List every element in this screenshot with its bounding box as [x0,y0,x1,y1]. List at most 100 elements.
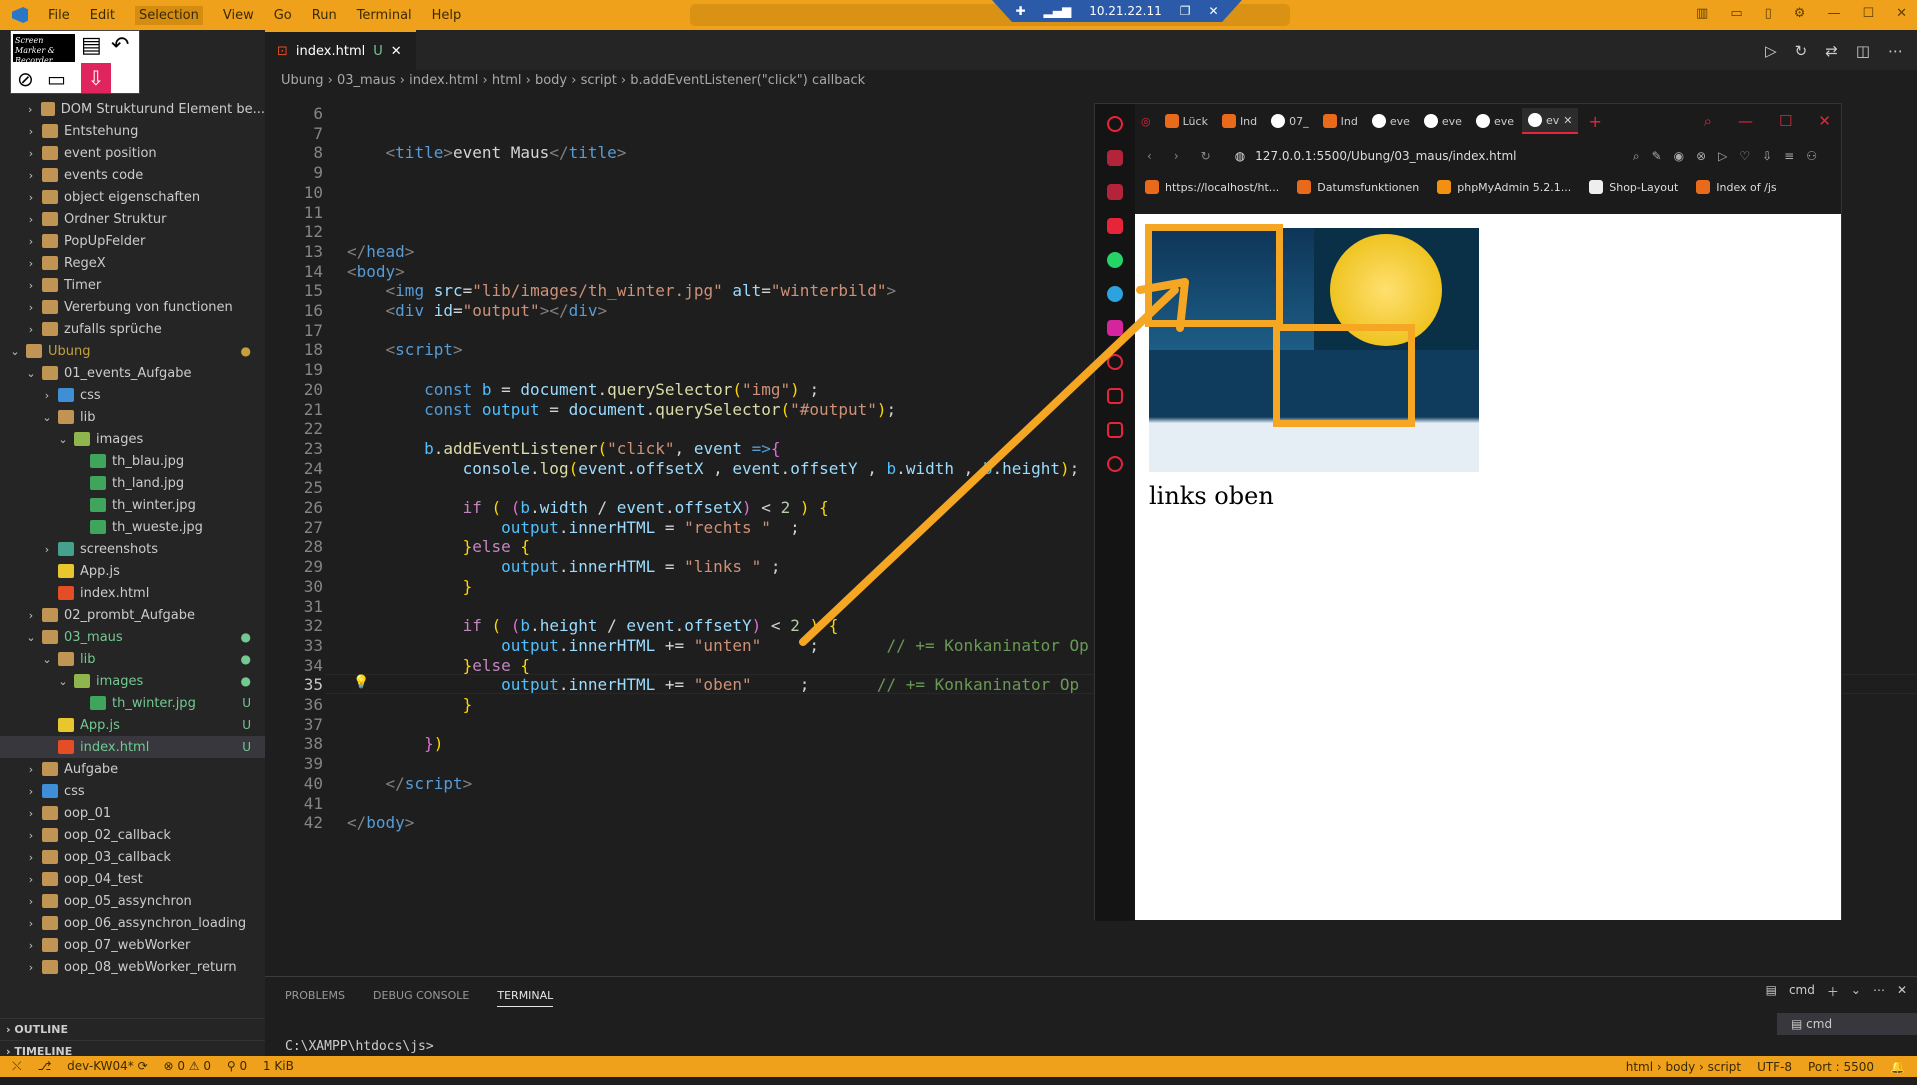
browser-tab[interactable]: eve [1418,108,1468,134]
tree-item[interactable]: › oop_07_webWorker [0,934,265,956]
code-line[interactable]: }else { [347,656,530,675]
browser-tab[interactable]: Ind [1216,108,1263,134]
undo-icon[interactable]: ↶ [111,33,129,58]
reload-icon[interactable]: ↻ [1201,149,1211,163]
tree-item[interactable]: › screenshots [0,538,265,560]
more-icon[interactable]: ⋯ [1873,983,1885,1000]
breadcrumb[interactable]: Ubung › 03_maus › index.html › html › bo… [265,70,1917,92]
code-line[interactable]: <div id="output"></div> [347,301,608,320]
code-line[interactable]: <title>event Maus</title> [347,143,627,162]
bookmark-item[interactable]: Index of /js [1696,180,1777,194]
code-line[interactable]: }else { [347,537,530,556]
gaming-icon[interactable] [1107,184,1123,200]
tree-item[interactable]: › events code [0,164,265,186]
code-line[interactable]: const output = document.querySelector("#… [347,400,896,419]
screen-marker-toolbar[interactable]: Screen Marker & Recorder ▤ ↶ ⊘ ▭ ⇩ [10,30,140,94]
split-editor-icon[interactable]: ◫ [1856,42,1870,60]
tab-index-html[interactable]: ⊡ index.html U ✕ [265,30,416,70]
new-terminal-icon[interactable]: ＋ [1827,983,1839,1000]
player-icon[interactable] [1107,354,1123,370]
code-line[interactable]: <img src="lib/images/th_winter.jpg" alt=… [347,281,897,300]
tree-item[interactable]: th_blau.jpg [0,450,265,472]
tree-item[interactable]: index.html [0,582,265,604]
opera-logo-icon[interactable] [1107,116,1123,132]
remote-connection-bar[interactable]: ✚ ▂▄▆ 10.21.22.11 ❐ ✕ [992,0,1242,22]
menu-item-terminal[interactable]: Terminal [357,8,412,23]
code-line[interactable]: output.innerHTML = "rechts " ; [347,518,800,537]
cube-icon[interactable] [1107,422,1123,438]
close-icon[interactable]: ✕ [1818,112,1831,130]
code-line[interactable]: output.innerHTML = "links " ; [347,557,780,576]
tree-item[interactable]: › Timer [0,274,265,296]
more-actions-icon[interactable]: ⋯ [1888,42,1903,60]
browser-tab[interactable]: 07_ [1265,108,1315,134]
bookmark-item[interactable]: https://localhost/ht... [1145,180,1279,194]
tab-close-icon[interactable]: ✕ [391,44,402,59]
code-line[interactable]: </script> [347,774,473,793]
bookmark-item[interactable]: Datumsfunktionen [1297,180,1419,194]
code-line[interactable]: if ( (b.height / event.offsetY) < 2 ) { [347,616,839,635]
pin-icon[interactable]: ✚ [1015,4,1025,18]
branch[interactable]: ⎇ dev-KW04* ⟳ [37,1059,147,1073]
tree-item[interactable]: › zufalls sprüche [0,318,265,340]
chevron-down-icon[interactable]: ⌄ [1851,983,1861,1000]
maximize-icon[interactable]: ☐ [1862,6,1874,21]
tree-item[interactable]: › Aufgabe [0,758,265,780]
tree-item[interactable]: › object eigenschaften [0,186,265,208]
tree-item[interactable]: › event position [0,142,265,164]
remote-icon[interactable]: ⤬ [12,1059,22,1073]
menu-item-edit[interactable]: Edit [90,8,115,23]
tree-item[interactable]: › oop_08_webWorker_return [0,956,265,978]
code-line[interactable]: } [347,577,473,596]
close-icon[interactable]: ✕ [1208,4,1218,18]
tree-item[interactable]: › PopUpFelder [0,230,265,252]
minimize-icon[interactable]: — [1738,112,1753,130]
menu-item-view[interactable]: View [223,8,254,23]
code-line[interactable]: console.log(event.offsetX , event.offset… [347,459,1080,478]
tree-item[interactable]: › Vererbung von functionen [0,296,265,318]
bookmark-item[interactable]: phpMyAdmin 5.2.1... [1437,180,1571,194]
code-line[interactable]: output.innerHTML += "unten" ; // += Konk… [347,636,1089,655]
code-line[interactable]: <script> [347,340,463,359]
browser-tab[interactable]: eve [1366,108,1416,134]
url-field[interactable]: 127.0.0.1:5500/Ubung/03_maus/index.html [1255,149,1516,163]
compare-icon[interactable]: ⇄ [1825,42,1838,60]
code-line[interactable]: }) [347,734,443,753]
tree-item[interactable]: ⌄ lib [0,406,265,428]
tree-item[interactable]: ⌄ Ubung ● [0,340,265,362]
panel-tab-problems[interactable]: PROBLEMS [285,989,345,1007]
tree-item[interactable]: › Ordner Struktur [0,208,265,230]
panel-tab-terminal[interactable]: TERMINAL [497,989,554,1007]
menu-item-go[interactable]: Go [274,8,292,23]
live-server-port[interactable]: Port : 5500 [1808,1060,1874,1074]
code-line[interactable]: </head> [347,242,414,261]
bookmark-item[interactable]: Shop-Layout [1589,180,1678,194]
tree-item[interactable]: › oop_03_callback [0,846,265,868]
whatsapp-icon[interactable] [1107,252,1123,268]
panel-tab-debug-console[interactable]: DEBUG CONSOLE [373,989,469,1007]
settings-gear-icon[interactable]: ⚙ [1794,6,1806,21]
panel-icon[interactable]: ▭ [1730,6,1742,21]
instagram-icon[interactable] [1107,320,1123,336]
tree-item[interactable]: index.html U [0,736,265,758]
edit-icon[interactable] [1107,388,1123,404]
tree-item[interactable]: › oop_06_assynchron_loading [0,912,265,934]
tree-item[interactable]: th_winter.jpg [0,494,265,516]
sidebar-icon[interactable]: ▯ [1765,6,1772,21]
tree-item[interactable]: › oop_01 [0,802,265,824]
menu-item-run[interactable]: Run [312,8,337,23]
tree-item[interactable]: › DOM Strukturund Element be... [0,98,265,120]
code-line[interactable]: <body> [347,262,405,281]
toolbar-icons[interactable]: ⌕✎◉⊗▷♡⇩≡⚇ [1633,149,1829,164]
code-line[interactable]: if ( (b.width / event.offsetX) < 2 ) { [347,498,829,517]
restore-icon[interactable]: ❐ [1180,4,1191,18]
terminal-list-item[interactable]: ▤ cmd [1777,1013,1917,1035]
tree-item[interactable]: th_wueste.jpg [0,516,265,538]
browser-tab[interactable]: ev ✕ [1521,108,1579,134]
document-icon[interactable]: ▤ [81,33,102,58]
ports-count[interactable]: ⚲ 0 [227,1059,247,1073]
menu-item-file[interactable]: File [48,8,70,23]
minimize-icon[interactable]: — [1827,6,1840,21]
tree-item[interactable]: › 02_prombt_Aufgabe [0,604,265,626]
shop-icon[interactable] [1107,150,1123,166]
